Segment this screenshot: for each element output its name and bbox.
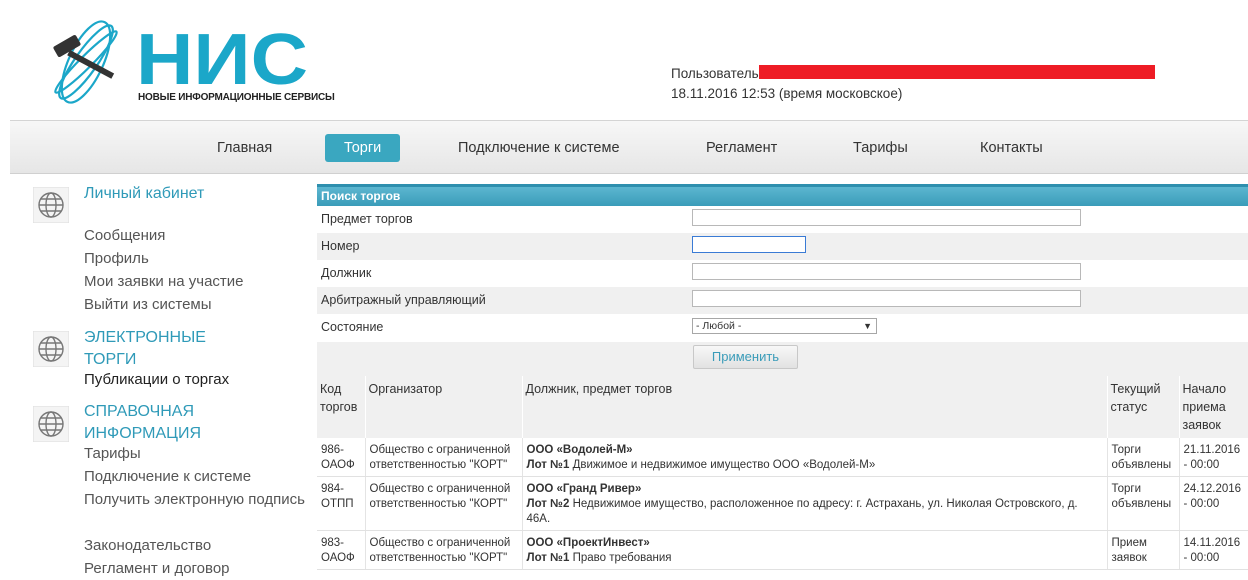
nav-item-regulations[interactable]: Регламент [706, 134, 777, 162]
cell-status: Прием заявок [1107, 530, 1180, 570]
col-header-code[interactable]: Код торгов [317, 376, 366, 438]
col-header-start[interactable]: Начало приема заявок [1179, 376, 1248, 438]
state-label: Состояние [321, 320, 384, 334]
cell-debtor-subject[interactable]: ООО «Гранд Ривер» Лот №2 Недвижимое имущ… [522, 476, 1108, 531]
sidebar-title-cabinet[interactable]: Личный кабинет [84, 183, 244, 205]
svg-text:НИС: НИС [136, 20, 308, 100]
col-header-organizer[interactable]: Организатор [365, 376, 523, 438]
debtor-name: ООО «Водолей-М» [526, 444, 633, 456]
cell-status: Торги объявлены [1107, 438, 1180, 477]
cell-debtor-subject[interactable]: ООО «ПроектИнвест» Лот №1 Право требован… [522, 530, 1108, 570]
state-select[interactable]: - Любой - ▼ [692, 318, 877, 334]
sidebar-link-regulations[interactable]: Регламент и договор [84, 558, 230, 580]
table-row[interactable]: 986-ОАОФ Общество с ограниченной ответст… [317, 438, 1248, 477]
search-panel-title: Поиск торгов [317, 184, 1248, 206]
cell-start: 21.11.2016 - 00:00 [1179, 438, 1248, 477]
col-header-status[interactable]: Текущий статус [1107, 376, 1180, 438]
sidebar-link-legislation[interactable]: Законодательство [84, 535, 211, 557]
globe-icon [33, 331, 69, 367]
nav-item-auctions[interactable]: Торги [325, 134, 401, 162]
search-row-state: Состояние - Любой - ▼ [317, 314, 1248, 341]
results-table: Код торгов Организатор Должник, предмет … [317, 376, 1248, 570]
sidebar-link-connection[interactable]: Подключение к системе [84, 466, 251, 488]
nav-item-tariffs[interactable]: Тарифы [853, 134, 908, 162]
user-label: Пользователь [671, 66, 759, 81]
search-row-manager: Арбитражный управляющий [317, 287, 1248, 314]
search-panel: Поиск торгов Предмет торгов Номер Должни… [317, 184, 1248, 376]
sidebar-title-reference[interactable]: СПРАВОЧНАЯ ИНФОРМАЦИЯ [84, 401, 244, 445]
nav-item-connection[interactable]: Подключение к системе [458, 134, 620, 162]
state-select-value: - Любой - [696, 320, 742, 332]
debtor-name: ООО «Гранд Ривер» [526, 483, 642, 495]
cell-organizer: Общество с ограниченной ответственностью… [365, 476, 523, 531]
sidebar-link-profile[interactable]: Профиль [84, 248, 149, 270]
apply-button[interactable]: Применить [693, 345, 798, 369]
table-header-row: Код торгов Организатор Должник, предмет … [317, 376, 1248, 438]
nav-item-home[interactable]: Главная [217, 134, 272, 162]
manager-input[interactable] [692, 290, 1081, 307]
search-row-subject: Предмет торгов [317, 206, 1248, 233]
col-header-debtor[interactable]: Должник, предмет торгов [522, 376, 1108, 438]
number-input[interactable] [692, 236, 806, 253]
debtor-name: ООО «ПроектИнвест» [526, 537, 650, 549]
subject-input[interactable] [692, 209, 1081, 226]
manager-label: Арбитражный управляющий [321, 293, 486, 307]
subject-label: Предмет торгов [321, 212, 413, 226]
sidebar-link-messages[interactable]: Сообщения [84, 225, 165, 247]
nav-item-contacts[interactable]: Контакты [980, 134, 1043, 162]
cell-organizer: Общество с ограниченной ответственностью… [365, 438, 523, 477]
cell-start: 14.11.2016 - 00:00 [1179, 530, 1248, 570]
globe-icon [33, 187, 69, 223]
debtor-label: Должник [321, 266, 372, 280]
lot-subject: Движимое и недвижимое имущество ООО «Вод… [572, 459, 876, 471]
cell-debtor-subject[interactable]: ООО «Водолей-М» Лот №1 Движимое и недвиж… [522, 438, 1108, 477]
cell-status: Торги объявлены [1107, 476, 1180, 531]
search-row-debtor: Должник [317, 260, 1248, 287]
cell-organizer: Общество с ограниченной ответственностью… [365, 530, 523, 570]
cell-code[interactable]: 986-ОАОФ [317, 438, 366, 477]
user-info: Пользователь [671, 65, 1155, 81]
cell-code[interactable]: 984-ОТПП [317, 476, 366, 531]
sidebar-link-tariffs[interactable]: Тарифы [84, 443, 141, 465]
user-name-redaction [758, 65, 1155, 79]
logo-subtitle: НОВЫЕ ИНФОРМАЦИОННЫЕ СЕРВИСЫ [138, 92, 335, 103]
main-nav: Главная Торги Подключение к системе Регл… [10, 120, 1248, 174]
sidebar-link-publications[interactable]: Публикации о торгах [84, 369, 229, 391]
search-row-number: Номер [317, 233, 1248, 260]
lot-subject: Недвижимое имущество, расположенное по а… [526, 498, 1078, 525]
table-row[interactable]: 983-ОАОФ Общество с ограниченной ответст… [317, 530, 1248, 570]
lot-number: Лот №1 [526, 552, 570, 564]
sidebar-link-logout[interactable]: Выйти из системы [84, 294, 212, 316]
globe-icon [33, 406, 69, 442]
server-datetime: 18.11.2016 12:53 (время московское) [671, 86, 903, 101]
cell-start: 24.12.2016 - 00:00 [1179, 476, 1248, 531]
apply-row: Применить [317, 342, 1248, 376]
lot-subject: Право требования [572, 552, 672, 564]
debtor-input[interactable] [692, 263, 1081, 280]
table-row[interactable]: 984-ОТПП Общество с ограниченной ответст… [317, 476, 1248, 531]
cell-code[interactable]: 983-ОАОФ [317, 530, 366, 570]
sidebar-link-my-bids[interactable]: Мои заявки на участие [84, 271, 244, 293]
lot-number: Лот №1 [526, 459, 570, 471]
sidebar-link-signature[interactable]: Получить электронную подпись [84, 489, 305, 511]
lot-number: Лот №2 [526, 498, 570, 510]
number-label: Номер [321, 239, 360, 253]
chevron-down-icon: ▼ [863, 321, 872, 331]
sidebar-title-auctions[interactable]: ЭЛЕКТРОННЫЕ ТОРГИ [84, 327, 244, 371]
